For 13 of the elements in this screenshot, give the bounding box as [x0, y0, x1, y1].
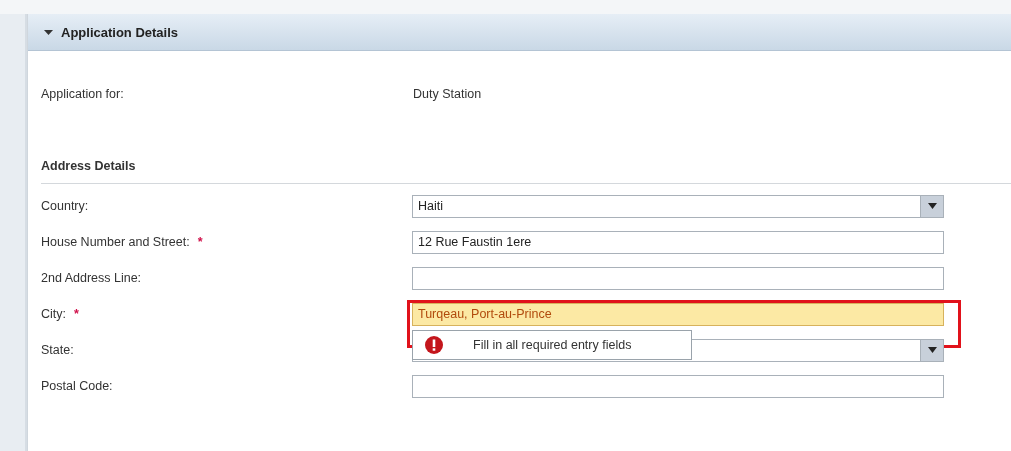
panel-title: Application Details [61, 24, 179, 40]
required-marker: * [74, 307, 79, 321]
field-label: Postal Code: [41, 379, 113, 393]
field-label: State: [41, 343, 74, 357]
section-title: Address Details [41, 159, 137, 175]
field-value: Duty Station [413, 87, 482, 101]
field-label: City: [41, 307, 66, 321]
field-label: Country: [41, 199, 89, 213]
field-label: House Number and Street: [41, 235, 190, 249]
required-marker: * [197, 235, 203, 249]
field-label: 2nd Address Line: [41, 271, 142, 285]
field-label: Application for: [41, 87, 125, 101]
error-message: Fill in all required entry fields [473, 337, 632, 352]
